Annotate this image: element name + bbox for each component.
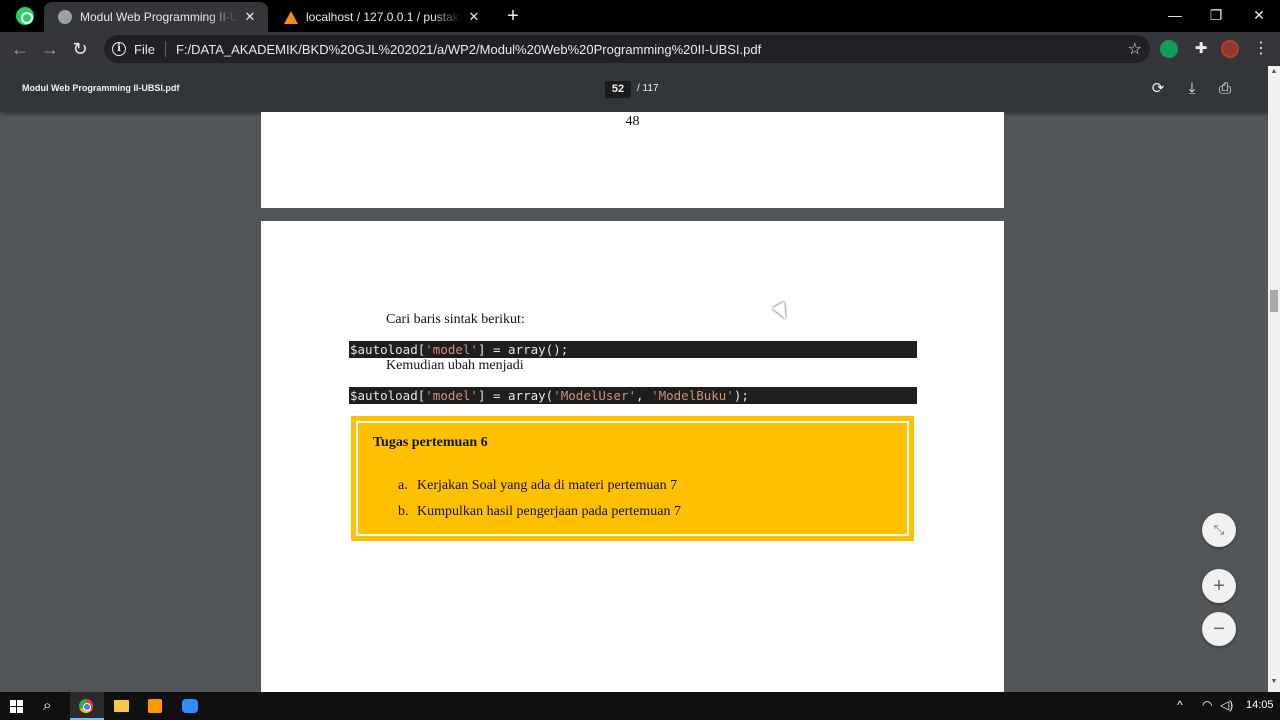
window-close-button[interactable]: ✕	[1236, 4, 1280, 26]
scroll-up-icon[interactable]: ▲	[1268, 68, 1280, 75]
paragraph-text: Kemudian ubah menjadi	[386, 358, 524, 373]
taskbar-sublime[interactable]	[139, 692, 173, 720]
tab-title: localhost / 127.0.0.1 / pustaka / buku	[306, 10, 462, 24]
sublime-icon	[148, 699, 162, 713]
divider	[164, 41, 166, 57]
tab-pdf[interactable]: Modul Web Programming II-UBSI.pdf ✕	[44, 2, 268, 32]
page-footer-number: 48	[625, 114, 640, 129]
pdf-page-previous: 48	[261, 112, 1004, 208]
paragraph-text: Cari baris sintak berikut:	[386, 312, 525, 327]
search-icon[interactable]: ⌕	[43, 697, 51, 714]
tab-title: Modul Web Programming II-UBSI.pdf	[80, 10, 238, 24]
back-button[interactable]: ←	[8, 37, 32, 61]
address-bar[interactable]: i File F:/DATA_AKADEMIK/BKD%20GJL%202021…	[104, 35, 1150, 63]
profile-avatar[interactable]	[1221, 40, 1239, 58]
chrome-icon	[79, 699, 93, 713]
page-total: / 117	[637, 83, 659, 94]
close-icon[interactable]: ✕	[238, 9, 262, 25]
scrollbar-thumb[interactable]	[1270, 290, 1278, 312]
volume-icon[interactable]: ◁)	[1220, 698, 1233, 712]
browser-toolbar: ← → ↻ i File F:/DATA_AKADEMIK/BKD%20GJL%…	[0, 32, 1280, 66]
task-item: a. Kerjakan Soal yang ada di materi perte…	[398, 478, 678, 493]
phpmyadmin-icon	[284, 10, 298, 24]
windows-start-icon[interactable]	[10, 700, 23, 713]
download-icon[interactable]: ⤓	[1183, 80, 1201, 98]
extension-icon[interactable]	[1160, 40, 1178, 58]
print-icon[interactable]: ⎙	[1216, 80, 1234, 98]
zoom-app-icon	[182, 699, 198, 713]
puzzle-icon[interactable]: ✚	[1192, 40, 1210, 58]
tray-chevron-icon[interactable]: ^	[1177, 698, 1183, 712]
task-item: b. Kumpulkan hasil pengerjaan pada pertem…	[398, 504, 681, 519]
taskbar-explorer[interactable]	[105, 692, 139, 720]
zoom-out-button[interactable]: −	[1202, 612, 1236, 646]
url-scheme: File	[134, 41, 155, 57]
tab-strip: Modul Web Programming II-UBSI.pdf ✕ loca…	[0, 0, 1280, 32]
task-box: Tugas pertemuan 6 a. Kerjakan Soal yang a…	[351, 416, 914, 541]
rotate-icon[interactable]: ⟳	[1149, 80, 1167, 98]
url-text[interactable]: F:/DATA_AKADEMIK/BKD%20GJL%202021/a/WP2/…	[176, 42, 761, 57]
pdf-page-current: Cari baris sintak berikut: $autoload['mo…	[261, 221, 1004, 692]
page-number-input[interactable]: 52	[605, 81, 631, 98]
zoom-in-button[interactable]: +	[1202, 569, 1236, 603]
pdf-toolbar: Modul Web Programming II-UBSI.pdf 52 / 1…	[0, 66, 1280, 112]
whatsapp-icon[interactable]	[16, 7, 34, 25]
menu-icon[interactable]: ⋮	[1252, 40, 1270, 58]
code-block: $autoload['model'] = array('ModelUser', …	[349, 387, 917, 404]
new-tab-button[interactable]: +	[502, 5, 524, 27]
restore-button[interactable]: ❐	[1193, 4, 1239, 26]
scroll-down-icon[interactable]: ▼	[1268, 678, 1280, 685]
taskbar: ⌕ ^ ◠ ◁) 14:05	[0, 692, 1280, 720]
bookmark-star-icon[interactable]: ☆	[1128, 39, 1142, 59]
minimize-button[interactable]: —	[1152, 4, 1198, 26]
fit-page-button[interactable]: ⤡	[1202, 513, 1236, 547]
globe-icon	[58, 10, 72, 24]
task-title: Tugas pertemuan 6	[373, 435, 488, 450]
info-icon[interactable]: i	[112, 42, 126, 56]
code-block: $autoload['model'] = array();	[349, 341, 917, 358]
taskbar-zoom[interactable]	[174, 692, 208, 720]
scrollbar[interactable]: ▲ ▼	[1268, 66, 1280, 692]
network-icon[interactable]: ◠	[1202, 698, 1212, 712]
forward-button[interactable]: →	[38, 37, 62, 61]
pdf-filename: Modul Web Programming II-UBSI.pdf	[22, 83, 180, 93]
taskbar-chrome[interactable]	[70, 692, 104, 720]
reload-button[interactable]: ↻	[68, 37, 92, 61]
clock[interactable]: 14:05	[1246, 699, 1274, 711]
folder-icon	[114, 700, 129, 712]
tab-phpmyadmin[interactable]: localhost / 127.0.0.1 / pustaka / buku ✕	[270, 2, 492, 32]
close-icon[interactable]: ✕	[462, 9, 486, 25]
